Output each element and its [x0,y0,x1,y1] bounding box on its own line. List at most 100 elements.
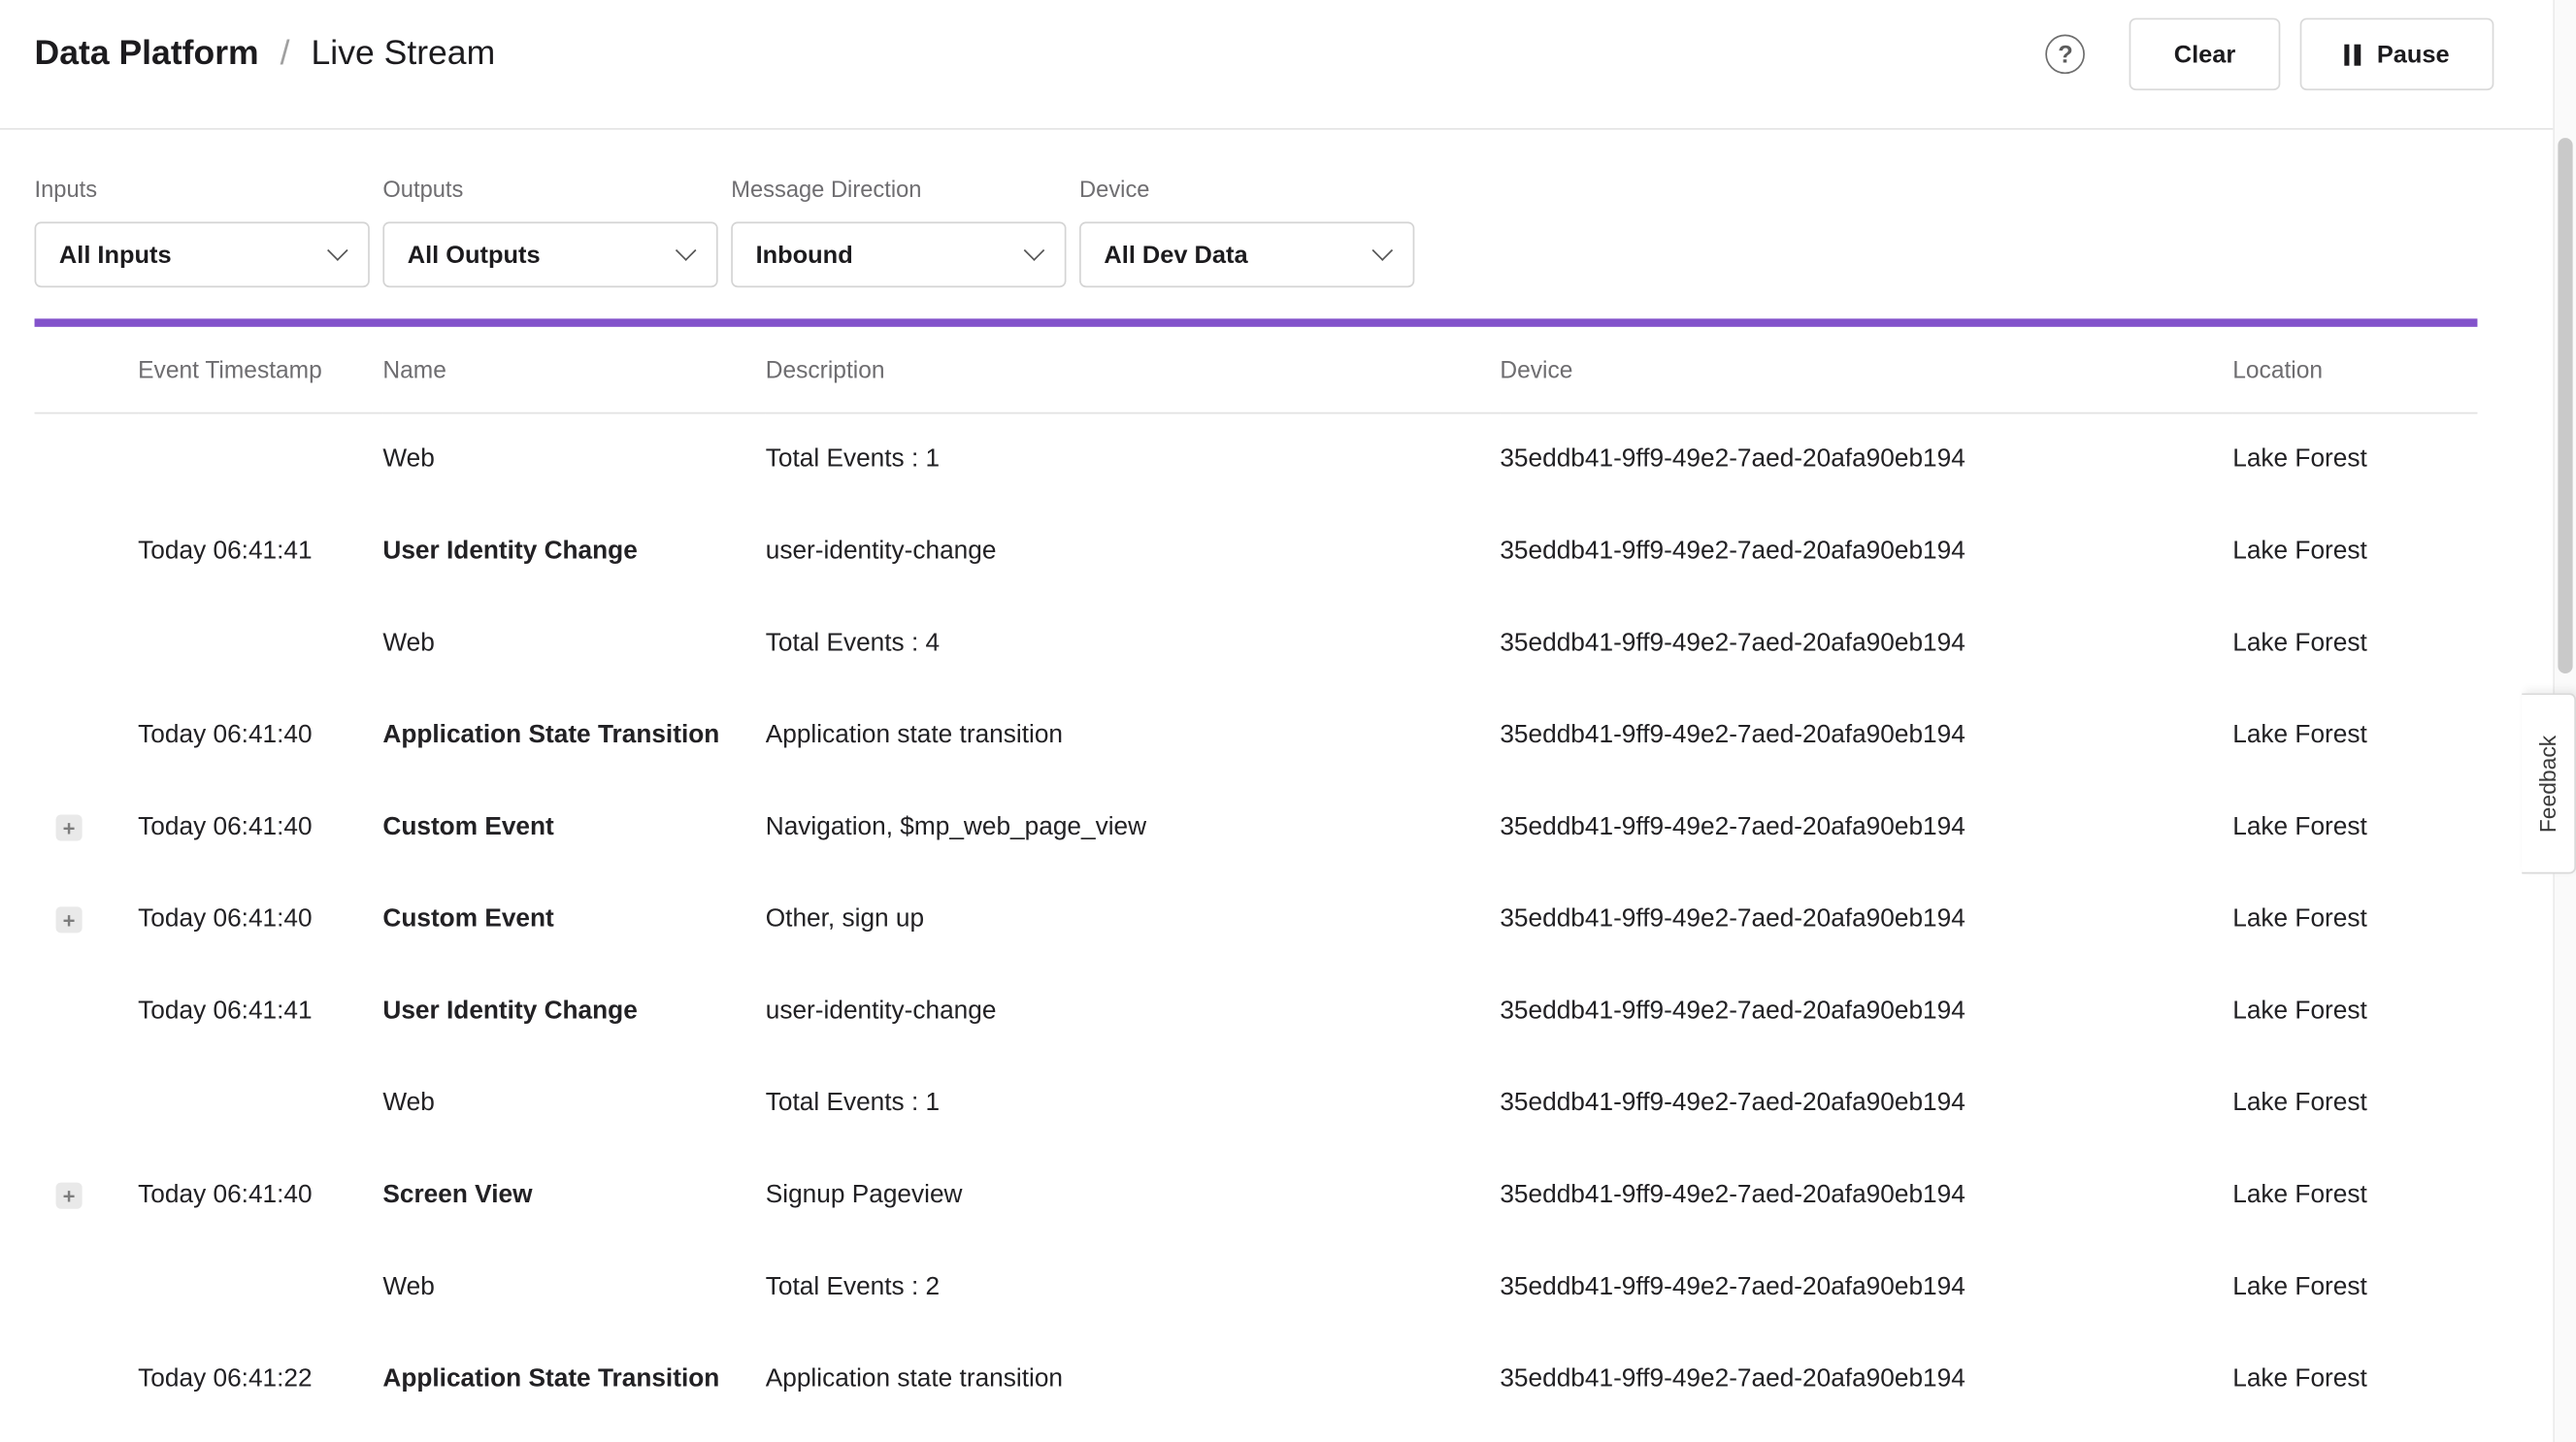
expand-row-icon[interactable]: + [56,1183,83,1209]
row-expand-cell: + [35,1150,139,1242]
row-device-id: 35eddb41-9ff9-49e2-7aed-20afa90eb194 [1500,1242,2232,1334]
row-description: Signup Pageview [766,1150,1501,1242]
page-title: Live Stream [312,35,496,75]
filter-device-label: Device [1079,176,1414,202]
filter-message-direction-select[interactable]: Inbound [731,222,1066,288]
row-description: Total Events : 2 [766,1242,1501,1334]
row-device-id: 35eddb41-9ff9-49e2-7aed-20afa90eb194 [1500,690,2232,782]
row-device-id: 35eddb41-9ff9-49e2-7aed-20afa90eb194 [1500,1150,2232,1242]
row-device-id: 35eddb41-9ff9-49e2-7aed-20afa90eb194 [1500,598,2232,690]
row-location: Lake Forest [2232,690,2477,782]
row-event-name: Custom Event [382,782,765,874]
row-expand-cell [35,413,139,507]
table-row[interactable]: Today 06:41:22Application State Transiti… [35,1333,2478,1426]
filter-device-select[interactable]: All Dev Data [1079,222,1414,288]
breadcrumb-separator: / [281,35,290,75]
column-header-description: Description [766,327,1501,413]
chevron-down-icon [327,240,348,261]
row-location: Lake Forest [2232,782,2477,874]
column-header-name: Name [382,327,765,413]
row-location: Lake Forest [2232,598,2477,690]
row-device-id: 35eddb41-9ff9-49e2-7aed-20afa90eb194 [1500,873,2232,966]
table-row[interactable]: Today 06:41:41User Identity Changeuser-i… [35,506,2478,598]
filter-group-inputs: Inputs All Inputs [35,176,370,287]
table-row[interactable]: WebTotal Events : 235eddb41-9ff9-49e2-7a… [35,1242,2478,1334]
row-location: Lake Forest [2232,1333,2477,1426]
row-description: Application state transition [766,1333,1501,1426]
row-description: Total Events : 1 [766,413,1501,507]
row-location: Lake Forest [2232,413,2477,507]
row-event-name: Web [382,1058,765,1150]
feedback-tab[interactable]: Feedback [2522,693,2576,873]
filter-group-message-direction: Message Direction Inbound [731,176,1066,287]
filter-outputs-select[interactable]: All Outputs [382,222,717,288]
table-row[interactable]: WebTotal Events : 135eddb41-9ff9-49e2-7a… [35,413,2478,507]
row-expand-cell [35,598,139,690]
row-description: Total Events : 1 [766,1058,1501,1150]
filter-device-value: All Dev Data [1104,241,1247,269]
row-event-name: Web [382,598,765,690]
page-header: Data Platform / Live Stream ? Clear Paus… [0,0,2576,130]
table-row[interactable]: +Today 06:41:40Screen ViewSignup Pagevie… [35,1150,2478,1242]
row-device-id: 35eddb41-9ff9-49e2-7aed-20afa90eb194 [1500,506,2232,598]
row-description: Other, sign up [766,873,1501,966]
row-event-timestamp: Today 06:41:41 [138,966,382,1058]
live-stream-page: Data Platform / Live Stream ? Clear Paus… [0,0,2576,1442]
row-expand-cell [35,1242,139,1334]
row-device-id: 35eddb41-9ff9-49e2-7aed-20afa90eb194 [1500,966,2232,1058]
filter-inputs-select[interactable]: All Inputs [35,222,370,288]
clear-button[interactable]: Clear [2130,18,2280,90]
row-description: Navigation, $mp_web_page_view [766,782,1501,874]
filter-message-direction-label: Message Direction [731,176,1066,202]
row-event-name: Screen View [382,1150,765,1242]
filter-outputs-value: All Outputs [408,241,541,269]
vertical-scrollbar-thumb[interactable] [2558,138,2572,673]
chevron-down-icon [1024,240,1045,261]
row-event-timestamp [138,598,382,690]
table-row[interactable]: + Today 06:41:40Custom EventOther, sign u… [35,873,2478,966]
table-row[interactable]: + Today 06:41:40Custom EventNavigation, $… [35,782,2478,874]
header-actions: ? Clear Pause [2046,18,2494,90]
help-icon[interactable]: ? [2046,35,2086,75]
table-row[interactable]: Today 06:41:40Application State Transiti… [35,690,2478,782]
row-location: Lake Forest [2232,966,2477,1058]
row-location: Lake Forest [2232,1242,2477,1334]
row-location: Lake Forest [2232,506,2477,598]
row-event-name: User Identity Change [382,966,765,1058]
table-row[interactable]: WebTotal Events : 435eddb41-9ff9-49e2-7a… [35,598,2478,690]
column-header-device: Device [1500,327,2232,413]
row-location: Lake Forest [2232,873,2477,966]
breadcrumb-section[interactable]: Data Platform [35,35,259,75]
expand-row-icon[interactable]: + [56,906,83,933]
row-description: Application state transition [766,690,1501,782]
row-expand-cell [35,1058,139,1150]
event-table: Event Timestamp Name Description Device … [35,327,2478,1426]
row-event-name: User Identity Change [382,506,765,598]
row-location: Lake Forest [2232,1150,2477,1242]
pause-button[interactable]: Pause [2299,18,2493,90]
filter-group-device: Device All Dev Data [1079,176,1414,287]
row-expand-cell [35,1333,139,1426]
column-header-event-timestamp: Event Timestamp [138,327,382,413]
row-event-timestamp: Today 06:41:22 [138,1333,382,1426]
row-event-timestamp [138,1058,382,1150]
row-event-name: Web [382,413,765,507]
row-expand-cell [35,506,139,598]
row-event-timestamp: Today 06:41:40 [138,690,382,782]
breadcrumb: Data Platform / Live Stream [35,18,496,90]
row-device-id: 35eddb41-9ff9-49e2-7aed-20afa90eb194 [1500,1058,2232,1150]
row-event-timestamp: Today 06:41:40 [138,782,382,874]
column-header-location: Location [2232,327,2477,413]
expand-row-icon[interactable]: + [56,815,83,841]
pause-button-label: Pause [2377,40,2450,68]
row-event-name: Custom Event [382,873,765,966]
row-description: user-identity-change [766,506,1501,598]
table-row[interactable]: Today 06:41:41User Identity Changeuser-i… [35,966,2478,1058]
event-table-body: WebTotal Events : 135eddb41-9ff9-49e2-7a… [35,413,2478,1426]
row-event-timestamp: Today 06:41:40 [138,873,382,966]
row-event-name: Web [382,1242,765,1334]
row-event-timestamp [138,413,382,507]
row-expand-cell [35,690,139,782]
table-row[interactable]: WebTotal Events : 135eddb41-9ff9-49e2-7a… [35,1058,2478,1150]
row-event-timestamp [138,1242,382,1334]
